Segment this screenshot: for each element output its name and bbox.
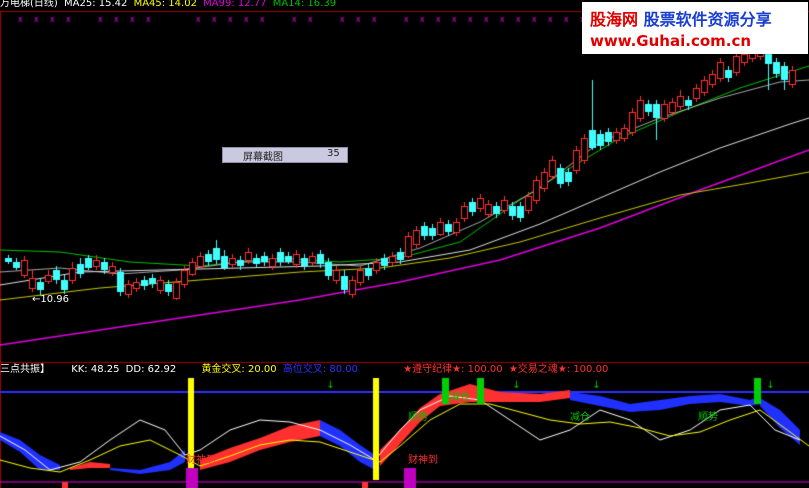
indicator-title: 三点共振】 bbox=[0, 364, 50, 375]
kk-readout: KK: 48.25 bbox=[71, 364, 120, 375]
watermark-brand-red: 股海网 bbox=[590, 10, 639, 29]
watermark-brand: 股海网 股票软件资源分享 bbox=[590, 6, 772, 30]
ma99-readout: MA99: 12.77 bbox=[203, 0, 267, 9]
high-cross-readout: 高位交叉: 80.00 bbox=[282, 364, 358, 375]
ma45-readout: MA45: 14.02 bbox=[133, 0, 197, 9]
screenshot-box[interactable]: 屏幕截图 35 bbox=[222, 147, 348, 163]
discipline-readout: ★遵守纪律★: 100.00 bbox=[403, 364, 503, 375]
trade-soul-readout: ★交易之魂★: 100.00 bbox=[508, 364, 609, 375]
label-a: 顺势 bbox=[408, 412, 428, 423]
caishen-label-2: 财神到 bbox=[408, 455, 438, 466]
ma25-readout: MA25: 15.42 bbox=[64, 0, 128, 9]
watermark-url: www.Guhai.com.cn bbox=[590, 32, 752, 50]
upper-header: 万电梯(日线) MA25: 15.42 MA45: 14.02 MA99: 12… bbox=[0, 0, 336, 10]
dd-readout: DD: 62.92 bbox=[125, 364, 177, 375]
low-price-marker: ←10.96 bbox=[32, 294, 70, 305]
label-b: 减仓 bbox=[450, 392, 470, 403]
lower-header: 三点共振】 KK: 48.25 DD: 62.92 黄金交叉: 20.00 高位… bbox=[0, 364, 608, 376]
stock-chart-canvas[interactable] bbox=[0, 0, 809, 488]
label-d: 顺势 bbox=[698, 412, 718, 423]
stock-title: 万电梯(日线) bbox=[0, 0, 58, 9]
label-c: 减仓 bbox=[570, 412, 590, 423]
screenshot-value: 35 bbox=[327, 148, 340, 159]
caishen-label-1: 财神到 bbox=[186, 455, 216, 466]
screenshot-label: 屏幕截图 bbox=[243, 152, 283, 163]
gold-cross-readout: 黄金交叉: 20.00 bbox=[201, 364, 277, 375]
watermark-brand-blue: 股票软件资源分享 bbox=[643, 10, 772, 29]
ma14-readout: MA14: 16.39 bbox=[272, 0, 337, 9]
